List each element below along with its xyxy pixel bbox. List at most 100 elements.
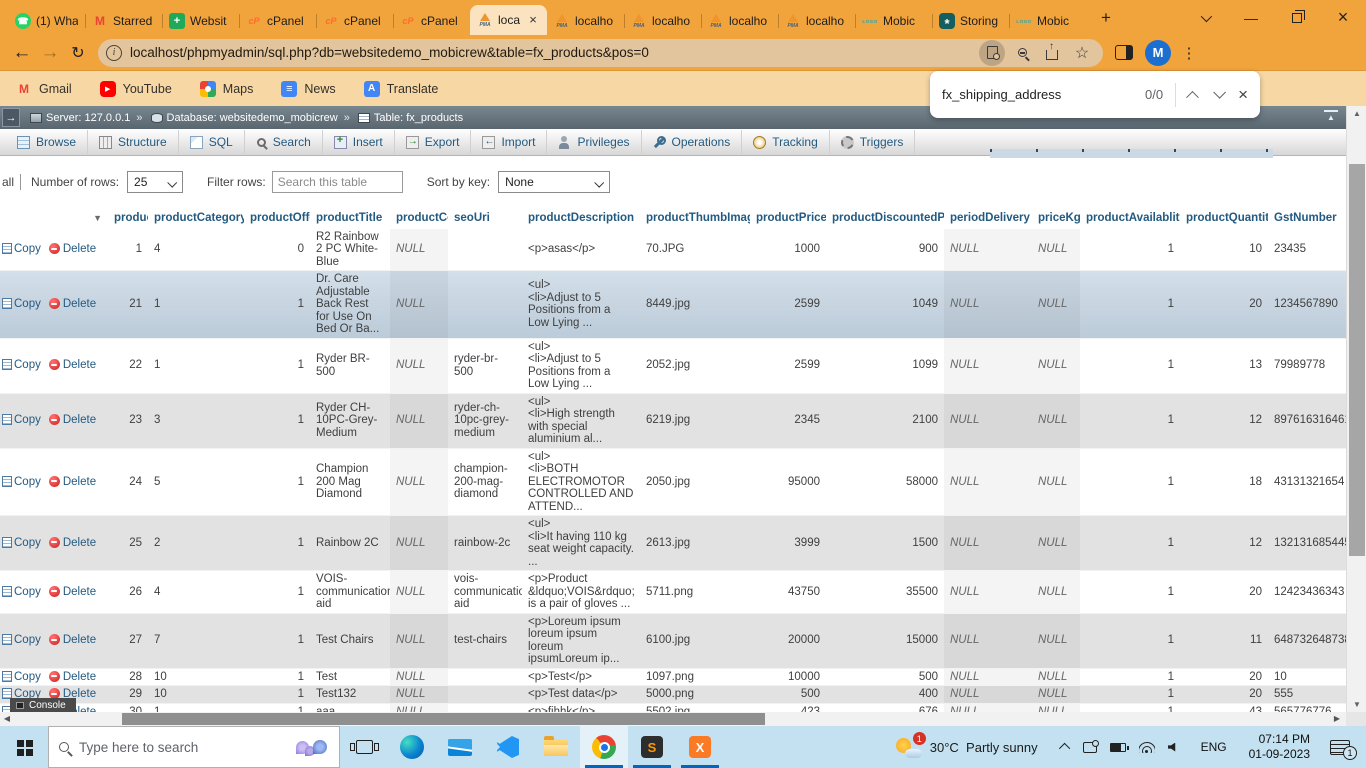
column-header[interactable]: priceKg [1032,208,1080,229]
column-header[interactable]: GstNumber [1268,208,1346,229]
pma-nav-tab[interactable]: Browse [6,130,88,154]
column-header[interactable]: productCategory [148,208,244,229]
row-copy-link[interactable]: Copy [14,298,41,310]
bookmark-item[interactable]: YouTube [100,81,172,97]
scroll-right-icon[interactable]: ▶ [1330,712,1344,726]
column-header[interactable]: productThumbImage [640,208,750,229]
row-delete-link[interactable]: Delete [63,586,96,598]
row-copy-link[interactable]: Copy [14,586,41,598]
weather-widget[interactable]: 1 30°C Partly sunny [896,736,1038,758]
pma-nav-tab[interactable]: Operations [642,130,743,154]
row-copy-link[interactable]: Copy [14,671,41,683]
browser-tab[interactable]: Starred × [85,7,162,35]
tray-expand-icon[interactable] [1059,743,1070,754]
options-column-header[interactable]: ▼ [0,208,108,229]
start-button[interactable] [0,726,48,768]
pma-nav-tab[interactable]: Export [395,130,472,154]
column-header[interactable]: productOffer [244,208,310,229]
new-tab-button[interactable]: + [1092,4,1120,32]
check-all-partial-label[interactable]: all [2,175,14,189]
row-copy-link[interactable]: Copy [14,359,41,371]
browser-menu-icon[interactable]: ⋮ [1181,44,1197,62]
breadcrumb-server[interactable]: Server: 127.0.0.1 [46,112,130,124]
browser-tab[interactable]: loca × [470,5,547,35]
pma-nav-tab[interactable]: Search [245,130,323,154]
browser-tab[interactable]: localho × [778,7,855,35]
row-delete-link[interactable]: Delete [63,298,96,310]
row-copy-link[interactable]: Copy [14,243,41,255]
row-delete-link[interactable]: Delete [63,414,96,426]
row-delete-link[interactable]: Delete [63,537,96,549]
browser-tab[interactable]: cPanel × [316,7,393,35]
find-previous-icon[interactable] [1186,91,1199,104]
bookmark-star-icon[interactable]: ☆ [1069,40,1095,66]
scroll-down-icon[interactable]: ▼ [1347,697,1366,712]
taskbar-mail[interactable] [436,726,484,768]
task-view-button[interactable] [340,726,388,768]
browser-tab[interactable]: Mobic × [1009,7,1086,35]
close-button[interactable]: × [1320,0,1366,35]
find-bar[interactable]: fx_shipping_address 0/0 × [930,71,1260,118]
console-bar[interactable]: Console [10,698,76,712]
pma-nav-tab[interactable]: Import [471,130,547,154]
back-button[interactable]: ← [8,39,36,67]
clock[interactable]: 07:14 PM 01-09-2023 [1249,732,1310,762]
find-next-icon[interactable] [1213,86,1226,99]
taskbar-file-explorer[interactable] [532,726,580,768]
profile-avatar[interactable]: M [1145,40,1171,66]
restore-button[interactable] [1274,0,1320,35]
column-options-icon[interactable]: ▼ [93,212,102,225]
vertical-scroll-thumb[interactable] [1349,164,1365,556]
browser-tab[interactable]: (1) Wha × [8,7,85,35]
column-header[interactable]: seoUri [448,208,522,229]
battery-icon[interactable] [1110,743,1126,752]
browser-tab[interactable]: cPanel × [393,7,470,35]
pma-nav-tab[interactable]: SQL [179,130,245,154]
scroll-left-icon[interactable]: ◀ [0,712,14,726]
find-in-page-icon[interactable] [979,40,1005,66]
row-delete-link[interactable]: Delete [63,359,96,371]
speaker-icon[interactable] [1168,743,1177,752]
breadcrumb-table[interactable]: Table: fx_products [374,112,463,124]
find-query[interactable]: fx_shipping_address [942,87,1061,102]
browser-tab[interactable]: Storing × [932,7,1009,35]
row-copy-link[interactable]: Copy [14,634,41,646]
browser-tab[interactable]: localho × [701,7,778,35]
vertical-scrollbar[interactable]: ▲ ▼ [1346,106,1366,712]
column-header[interactable]: productQuantity [1180,208,1268,229]
find-close-icon[interactable]: × [1238,85,1248,105]
taskbar-sublime[interactable]: S [628,726,676,768]
browser-tab[interactable]: cPanel × [239,7,316,35]
row-delete-link[interactable]: Delete [63,634,96,646]
row-copy-link[interactable]: Copy [14,414,41,426]
side-panel-icon[interactable] [1115,45,1133,60]
column-header[interactable]: productCode [390,208,448,229]
tab-search-chevron-icon[interactable] [1182,0,1228,35]
rows-per-page-select[interactable]: 25 [127,171,183,193]
column-header[interactable]: productID [108,208,148,229]
horizontal-scrollbar[interactable]: ◀ ▶ [0,712,1366,726]
breadcrumb-database[interactable]: Database: websitedemo_mobicrew [167,112,338,124]
column-header[interactable]: periodDelivery [944,208,1032,229]
row-delete-link[interactable]: Delete [63,243,96,255]
taskbar-chrome[interactable] [580,726,628,768]
sync-device-icon[interactable] [1083,742,1097,753]
column-header[interactable]: productDiscountedPrice [826,208,944,229]
taskbar-edge[interactable] [388,726,436,768]
bookmark-item[interactable]: News [281,81,335,97]
search-box-flowers-image[interactable] [296,738,327,756]
browser-tab[interactable]: Websit × [162,7,239,35]
taskbar-xampp[interactable]: X [676,726,724,768]
notification-center-icon[interactable]: 1 [1330,740,1350,755]
column-header[interactable]: productAvailablity [1080,208,1180,229]
forward-button[interactable]: → [36,39,64,67]
tab-close-icon[interactable]: × [526,13,540,27]
pma-nav-tab[interactable]: Insert [323,130,395,154]
browser-tab[interactable]: localho × [547,7,624,35]
share-icon[interactable] [1039,40,1065,66]
taskbar-vscode[interactable] [484,726,532,768]
address-bar[interactable]: i localhost/phpmyadmin/sql.php?db=websit… [98,39,1103,67]
wifi-icon[interactable] [1139,741,1155,753]
scroll-up-icon[interactable]: ▲ [1347,106,1366,121]
column-header[interactable]: productPrice [750,208,826,229]
